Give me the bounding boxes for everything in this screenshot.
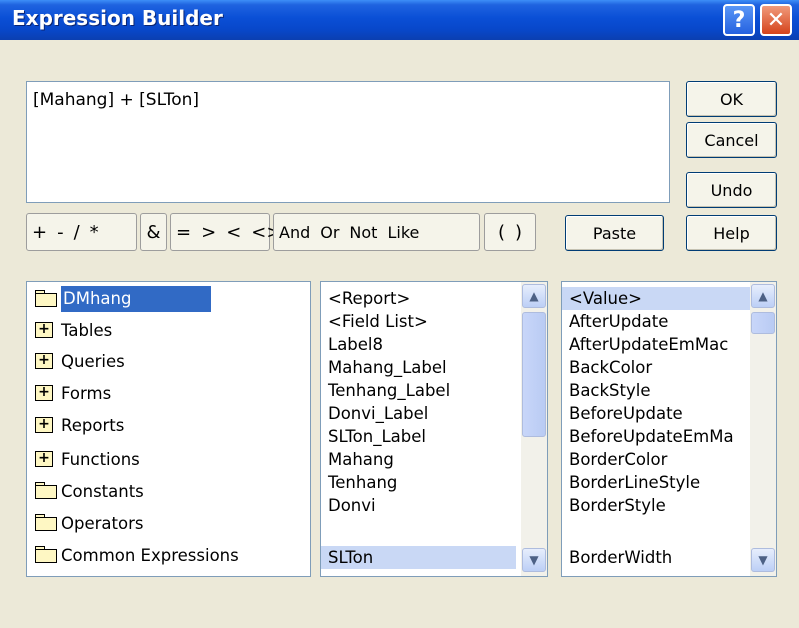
window-title: Expression Builder (12, 6, 223, 30)
scroll-up-icon[interactable]: ▲ (751, 284, 775, 308)
plus-folder-icon: + (35, 384, 59, 402)
list-item[interactable]: Tenhang_Label (325, 379, 453, 402)
list-item[interactable]: BeforeUpdateEmMa (566, 425, 737, 448)
folder-icon (35, 482, 59, 500)
cancel-button[interactable]: Cancel (686, 122, 777, 158)
tree-item-operators[interactable]: Operators (35, 508, 143, 538)
tree-item-label: Constants (61, 481, 144, 501)
list-item-selected[interactable]: <Value> (562, 287, 750, 310)
undo-label: Undo (710, 180, 753, 200)
minus-operator[interactable]: - (52, 222, 69, 243)
plus-operator[interactable]: + (27, 222, 52, 243)
list-item[interactable]: SLTon_Label (325, 425, 429, 448)
folder-icon (35, 546, 59, 564)
help-title-button[interactable]: ? (723, 4, 755, 36)
tree-item-reports[interactable]: + Reports (35, 410, 124, 440)
tree-item-label: Tables (61, 320, 113, 340)
tree-item-functions[interactable]: + Functions (35, 444, 140, 474)
ok-button[interactable]: OK (686, 81, 777, 117)
list-item[interactable]: Label8 (325, 333, 386, 356)
greater-operator[interactable]: > (196, 222, 221, 243)
tree-item-queries[interactable]: + Queries (35, 346, 125, 376)
list-item[interactable]: Donvi_Label (325, 402, 431, 425)
concat-operator-group: & (140, 213, 167, 251)
list-item[interactable]: <Field List> (325, 310, 431, 333)
tree-item-dmhang[interactable]: DMhang (35, 284, 212, 314)
tree-item-common-expressions[interactable]: Common Expressions (35, 540, 239, 570)
arithmetic-operators: + - / * (26, 213, 137, 251)
paste-label: Paste (592, 223, 637, 243)
question-icon: ? (732, 7, 746, 33)
scroll-up-icon[interactable]: ▲ (522, 284, 546, 308)
list-item[interactable]: BorderStyle (566, 494, 669, 517)
comparison-operators: = > < <> (170, 213, 281, 251)
not-operator[interactable]: Not (344, 223, 382, 242)
list-item[interactable]: AfterUpdateEmMac (566, 333, 731, 356)
list-item[interactable]: Mahang (325, 448, 397, 471)
multiply-operator[interactable]: * (85, 222, 104, 243)
tree-item-label: DMhang (61, 286, 212, 312)
close-paren-operator[interactable]: ) (510, 222, 527, 243)
tree-item-label: Forms (61, 383, 112, 403)
list-item-selected[interactable]: SLTon (321, 546, 516, 569)
tree-item-label: Operators (61, 513, 144, 533)
list-item[interactable]: BorderColor (566, 448, 670, 471)
expression-input[interactable]: [Mahang] + [SLTon] (26, 81, 670, 203)
less-operator[interactable]: < (221, 222, 246, 243)
plus-folder-icon: + (35, 450, 59, 468)
scroll-down-icon[interactable]: ▼ (522, 548, 546, 572)
tree-item-label: Reports (61, 415, 125, 435)
title-bar: Expression Builder ? ✕ (0, 0, 799, 40)
list-item[interactable]: Tenhang (325, 471, 400, 494)
tree-item-forms[interactable]: + Forms (35, 378, 111, 408)
divide-operator[interactable]: / (69, 222, 85, 243)
close-icon: ✕ (766, 7, 786, 33)
list-item[interactable]: <Report> (325, 287, 413, 310)
tree-item-constants[interactable]: Constants (35, 476, 144, 506)
tree-item-tables[interactable]: + Tables (35, 315, 112, 345)
scroll-down-icon[interactable]: ▼ (751, 548, 775, 572)
plus-folder-icon: + (35, 321, 59, 339)
field-list: <Report> <Field List> Label8 Mahang_Labe… (320, 281, 548, 577)
plus-folder-icon: + (35, 416, 59, 434)
plus-folder-icon: + (35, 352, 59, 370)
scroll-thumb[interactable] (751, 312, 775, 334)
undo-button[interactable]: Undo (686, 172, 777, 208)
list-item[interactable]: BackStyle (566, 379, 654, 402)
folder-tree: DMhang + Tables + Queries + Forms + Repo… (26, 281, 311, 577)
open-folder-icon (35, 290, 59, 308)
or-operator[interactable]: Or (315, 223, 344, 242)
list-item[interactable]: Mahang_Label (325, 356, 450, 379)
paste-button[interactable]: Paste (565, 215, 664, 251)
list-item[interactable]: BackColor (566, 356, 655, 379)
field-list-scrollbar[interactable]: ▲ ▼ (521, 282, 547, 576)
close-button[interactable]: ✕ (760, 4, 792, 36)
scroll-thumb[interactable] (522, 312, 546, 437)
and-operator[interactable]: And (274, 223, 315, 242)
tree-item-label: Common Expressions (61, 545, 239, 565)
logical-operators: And Or Not Like (273, 213, 480, 251)
ok-label: OK (719, 89, 744, 109)
list-item[interactable]: BeforeUpdate (566, 402, 686, 425)
list-item[interactable]: AfterUpdate (566, 310, 671, 333)
cancel-label: Cancel (704, 130, 759, 150)
open-paren-operator[interactable]: ( (493, 222, 510, 243)
help-button[interactable]: Help (686, 215, 777, 251)
folder-icon (35, 514, 59, 532)
tree-item-label: Queries (61, 351, 125, 371)
list-item[interactable]: Donvi (325, 494, 379, 517)
like-operator[interactable]: Like (382, 223, 424, 242)
expression-text: [Mahang] + [SLTon] (33, 90, 200, 110)
property-list-scrollbar[interactable]: ▲ ▼ (750, 282, 776, 576)
equals-operator[interactable]: = (171, 222, 196, 243)
paren-operators: ( ) (484, 213, 536, 251)
concat-operator[interactable]: & (141, 222, 165, 243)
list-item[interactable]: BorderLineStyle (566, 471, 703, 494)
list-item[interactable]: BorderWidth (566, 546, 675, 569)
tree-item-label: Functions (61, 449, 140, 469)
property-list: <Value> AfterUpdate AfterUpdateEmMac Bac… (561, 281, 777, 577)
help-label: Help (713, 223, 750, 243)
